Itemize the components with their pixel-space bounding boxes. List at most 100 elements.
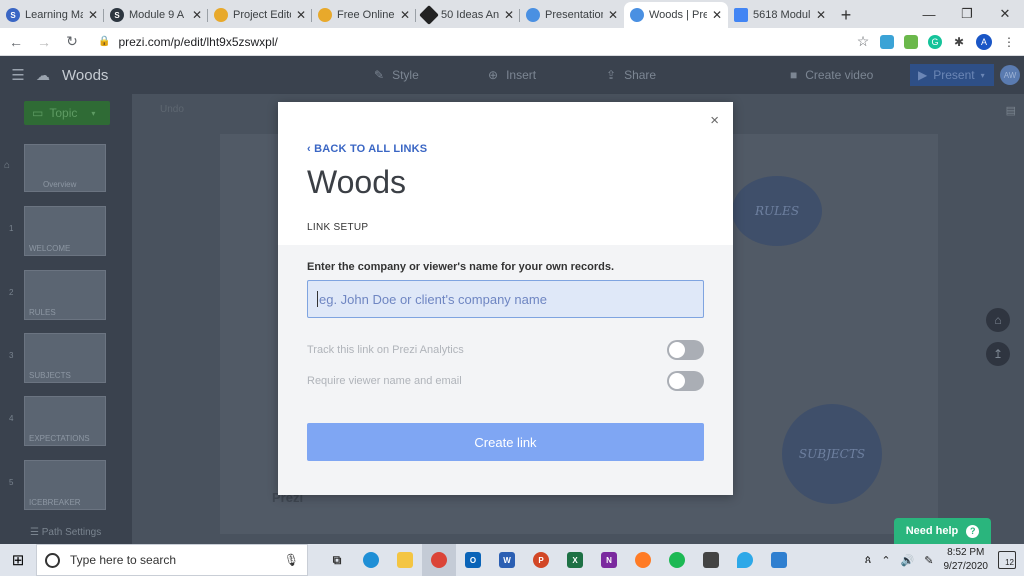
thumbnail-subjects[interactable]: SUBJECTS — [24, 333, 106, 383]
new-tab-button[interactable]: + — [832, 2, 860, 28]
viewer-name-input[interactable]: eg. John Doe or client's company name — [307, 280, 704, 318]
task-view-icon[interactable]: ⧉ — [320, 544, 354, 576]
share-button[interactable]: ⇪ Share — [606, 60, 656, 90]
style-label: Style — [392, 68, 419, 82]
create-video-button[interactable]: ■ Create video — [790, 60, 873, 90]
need-help-button[interactable]: Need help? — [894, 518, 991, 544]
rules-bubble[interactable]: RULES — [732, 176, 822, 246]
browser-tab[interactable]: Project Edito ✕ — [208, 2, 312, 28]
close-icon[interactable]: ✕ — [192, 8, 202, 22]
microphone-icon[interactable]: 🎙 — [284, 553, 299, 567]
close-icon[interactable]: ✕ — [504, 8, 514, 22]
reload-icon[interactable]: ↻ — [64, 33, 80, 50]
browser-tab-active[interactable]: Woods | Prez ✕ — [624, 2, 728, 28]
home-icon[interactable]: ⌂ — [4, 160, 10, 171]
present-button[interactable]: ▶ Present ▾ — [910, 64, 994, 86]
home-icon[interactable]: ⌂ — [986, 308, 1010, 332]
modal-title: Woods — [307, 164, 407, 200]
browser-tab[interactable]: Presentation ✕ — [520, 2, 624, 28]
tab-title: Module 9 A — [129, 9, 185, 21]
insert-button[interactable]: ⊕ Insert — [488, 60, 536, 90]
overview-thumbnail[interactable]: Overview — [24, 144, 106, 192]
profile-avatar[interactable]: A — [976, 33, 992, 50]
puzzle-icon[interactable]: ✱ — [952, 35, 966, 49]
thumbnail-icebreaker[interactable]: ICEBREAKER — [24, 460, 106, 510]
taskbar-search[interactable]: Type here to search 🎙 — [36, 544, 308, 576]
presentation-title[interactable]: Woods — [62, 67, 108, 84]
close-icon[interactable]: ✕ — [608, 8, 618, 22]
chevron-up-icon[interactable]: ⌃ — [881, 554, 890, 567]
volume-icon[interactable]: 🔊 — [901, 554, 915, 567]
restore-icon[interactable]: ❐ — [948, 0, 986, 28]
style-button[interactable]: ✎ Style — [374, 60, 419, 90]
tab-favicon-icon: S — [6, 8, 20, 22]
photos-icon[interactable] — [762, 544, 796, 576]
onenote-icon[interactable]: N — [592, 544, 626, 576]
grammarly-icon[interactable]: G — [928, 34, 942, 49]
require-name-toggle[interactable] — [667, 371, 704, 391]
media-icon[interactable] — [694, 544, 728, 576]
forward-arrow-icon[interactable]: → — [36, 34, 52, 50]
minimize-icon[interactable]: — — [910, 0, 948, 28]
input-placeholder: eg. John Doe or client's company name — [319, 291, 547, 307]
close-icon[interactable]: ✕ — [400, 8, 410, 22]
undo-button[interactable]: Undo — [160, 104, 184, 115]
extension-icon[interactable] — [880, 34, 894, 49]
toggle-label: Require viewer name and email — [307, 375, 462, 387]
word-icon[interactable]: W — [490, 544, 524, 576]
close-icon[interactable]: ✕ — [712, 8, 722, 22]
excel-icon[interactable]: X — [558, 544, 592, 576]
tab-favicon-icon — [318, 8, 332, 22]
browser-tab-strip: S Learning Ma ✕ S Module 9 A ✕ Project Edito… — [0, 0, 1024, 28]
menu-icon[interactable]: ⋮ — [1002, 35, 1016, 49]
outlook-icon[interactable]: O — [456, 544, 490, 576]
subjects-bubble[interactable]: SUBJECTS — [782, 404, 882, 504]
zoom-out-icon[interactable]: ↥ — [986, 342, 1010, 366]
chevron-down-icon[interactable]: ▾ — [981, 71, 985, 80]
browser-tab[interactable]: Free Online ✕ — [312, 2, 416, 28]
user-avatar[interactable]: AW — [1000, 65, 1020, 85]
chevron-down-icon[interactable]: ▾ — [91, 109, 95, 118]
browser-tab[interactable]: S Module 9 A ✕ — [104, 2, 208, 28]
url-field[interactable]: 🔒 prezi.com/p/edit/lht9x5zswxpl/ — [92, 31, 828, 53]
edge-icon[interactable] — [354, 544, 388, 576]
spotify-icon[interactable] — [660, 544, 694, 576]
paint-icon[interactable] — [728, 544, 762, 576]
add-topic-button[interactable]: ▭ Topic ▾ — [24, 101, 110, 125]
video-icon: ■ — [790, 68, 798, 82]
track-analytics-toggle[interactable] — [667, 340, 704, 360]
windows-start-icon[interactable]: ⊞ — [0, 551, 36, 569]
browser-tab[interactable]: 5618 Modul ✕ — [728, 2, 832, 28]
back-arrow-icon[interactable]: ← — [8, 34, 24, 50]
browser-tab[interactable]: S Learning Ma ✕ — [0, 2, 104, 28]
need-help-label: Need help — [905, 525, 959, 537]
tab-favicon-icon — [630, 8, 644, 22]
thumbnail-welcome[interactable]: WELCOME — [24, 206, 106, 256]
tab-title: 5618 Modul — [753, 9, 811, 21]
create-link-button[interactable]: Create link — [307, 423, 704, 461]
taskbar-apps: ⧉ O W P X N — [320, 544, 796, 576]
close-window-icon[interactable]: ✕ — [986, 0, 1024, 28]
thumbnail-expectations[interactable]: EXPECTATIONS — [24, 396, 106, 446]
browser-tab[interactable]: 50 Ideas And ✕ — [416, 2, 520, 28]
star-icon[interactable]: ☆ — [856, 33, 870, 49]
close-icon[interactable]: × — [710, 112, 719, 129]
path-settings-button[interactable]: ☰ Path Settings — [30, 527, 101, 538]
close-icon[interactable]: ✕ — [88, 8, 98, 22]
close-icon[interactable]: ✕ — [296, 8, 306, 22]
firefox-icon[interactable] — [626, 544, 660, 576]
powerpoint-icon[interactable]: P — [524, 544, 558, 576]
back-to-all-links-link[interactable]: ‹ BACK TO ALL LINKS — [307, 143, 427, 155]
extension-icon[interactable] — [904, 34, 918, 49]
notifications-icon[interactable]: 12 — [998, 551, 1016, 569]
people-icon[interactable]: ጰ — [865, 554, 872, 567]
pen-icon[interactable]: ✎ — [924, 554, 933, 567]
thumbnail-rules[interactable]: RULES — [24, 270, 106, 320]
notes-icon[interactable]: ▤ — [1006, 104, 1016, 117]
chrome-icon[interactable] — [422, 544, 456, 576]
address-bar: ← → ↻ 🔒 prezi.com/p/edit/lht9x5zswxpl/ ☆… — [0, 28, 1024, 56]
close-icon[interactable]: ✕ — [816, 8, 826, 22]
hamburger-icon[interactable]: ☰ — [0, 66, 36, 84]
clock[interactable]: 8:52 PM 9/27/2020 — [944, 546, 989, 574]
file-explorer-icon[interactable] — [388, 544, 422, 576]
